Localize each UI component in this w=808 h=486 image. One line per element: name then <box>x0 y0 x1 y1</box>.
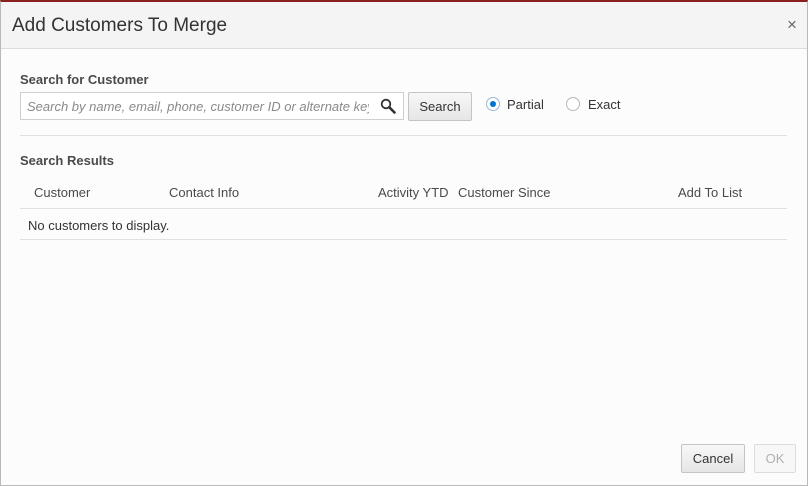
search-box <box>20 92 404 120</box>
search-icon[interactable] <box>380 98 396 114</box>
dialog-title: Add Customers To Merge <box>12 15 228 36</box>
exact-radio[interactable] <box>566 97 580 111</box>
section-divider <box>20 135 787 136</box>
partial-radio-label[interactable]: Partial <box>507 97 544 112</box>
partial-radio[interactable] <box>486 97 500 111</box>
table-bottom-divider <box>20 239 787 240</box>
ok-button[interactable]: OK <box>754 444 796 473</box>
search-section-label: Search for Customer <box>20 72 149 87</box>
column-header-activity-ytd: Activity YTD <box>378 185 449 200</box>
column-header-customer-since: Customer Since <box>458 185 551 200</box>
empty-results-message: No customers to display. <box>28 218 170 233</box>
column-header-contact-info: Contact Info <box>169 185 240 200</box>
add-customers-dialog: Add Customers To Merge × Search for Cust… <box>0 0 808 486</box>
close-button[interactable]: × <box>785 15 799 34</box>
dialog-header: Add Customers To Merge × <box>1 2 807 49</box>
search-button[interactable]: Search <box>408 92 472 121</box>
exact-radio-label[interactable]: Exact <box>588 97 621 112</box>
close-icon: × <box>787 15 797 34</box>
column-header-add-to-list: Add To List <box>678 185 743 200</box>
results-section-label: Search Results <box>20 153 114 168</box>
search-input[interactable] <box>21 93 375 119</box>
cancel-button[interactable]: Cancel <box>681 444 745 473</box>
column-header-customer: Customer <box>34 185 91 200</box>
header-divider <box>20 208 787 209</box>
